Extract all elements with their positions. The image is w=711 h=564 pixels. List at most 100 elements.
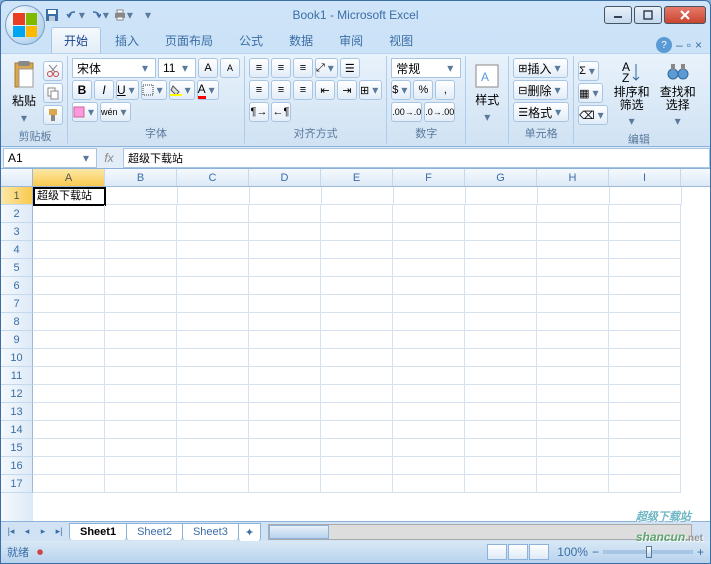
zoom-out-button[interactable]: −	[592, 545, 599, 559]
cell-H4[interactable]	[537, 241, 609, 259]
cell-E13[interactable]	[321, 403, 393, 421]
print-button[interactable]: ▾	[113, 4, 135, 26]
cell-H10[interactable]	[537, 349, 609, 367]
cell-I11[interactable]	[609, 367, 681, 385]
page-layout-view-button[interactable]	[508, 544, 528, 560]
phonetic-button[interactable]: wén▾	[100, 102, 131, 122]
cell-E7[interactable]	[321, 295, 393, 313]
cell-C15[interactable]	[177, 439, 249, 457]
qat-customize[interactable]: ▾	[137, 4, 159, 26]
insert-cells-button[interactable]: ⊞ 插入▾	[513, 58, 568, 78]
cell-F4[interactable]	[393, 241, 465, 259]
autosum-button[interactable]: Σ▾	[578, 61, 599, 81]
cell-I9[interactable]	[609, 331, 681, 349]
row-header-3[interactable]: 3	[1, 223, 33, 241]
cell-A16[interactable]	[33, 457, 105, 475]
cell-E10[interactable]	[321, 349, 393, 367]
cell-C9[interactable]	[177, 331, 249, 349]
select-all-corner[interactable]	[1, 169, 33, 186]
cell-C6[interactable]	[177, 277, 249, 295]
office-button[interactable]	[5, 5, 45, 45]
col-header-G[interactable]: G	[465, 169, 537, 186]
cell-E9[interactable]	[321, 331, 393, 349]
redo-button[interactable]: ▾	[89, 4, 111, 26]
cell-G13[interactable]	[465, 403, 537, 421]
increase-indent-button[interactable]: ⇥	[337, 80, 357, 100]
cell-F1[interactable]	[394, 187, 466, 205]
align-middle-button[interactable]: ≡	[271, 58, 291, 78]
cell-H9[interactable]	[537, 331, 609, 349]
cell-I13[interactable]	[609, 403, 681, 421]
minimize-ribbon-icon[interactable]: ‒	[676, 38, 683, 52]
cell-A1[interactable]: 超级下载站	[33, 187, 106, 206]
cell-H5[interactable]	[537, 259, 609, 277]
tab-data[interactable]: 数据	[277, 28, 325, 53]
row-header-7[interactable]: 7	[1, 295, 33, 313]
cell-D8[interactable]	[249, 313, 321, 331]
rtl-button[interactable]: ←¶	[271, 102, 291, 122]
row-header-16[interactable]: 16	[1, 457, 33, 475]
cell-H7[interactable]	[537, 295, 609, 313]
close-button[interactable]	[664, 6, 706, 24]
cell-B5[interactable]	[105, 259, 177, 277]
col-header-B[interactable]: B	[105, 169, 177, 186]
cell-E6[interactable]	[321, 277, 393, 295]
cell-E2[interactable]	[321, 205, 393, 223]
cell-H13[interactable]	[537, 403, 609, 421]
cell-B4[interactable]	[105, 241, 177, 259]
cell-D15[interactable]	[249, 439, 321, 457]
cell-G12[interactable]	[465, 385, 537, 403]
cell-G4[interactable]	[465, 241, 537, 259]
comma-button[interactable]: ,	[435, 80, 455, 100]
row-header-13[interactable]: 13	[1, 403, 33, 421]
cell-G17[interactable]	[465, 475, 537, 493]
cell-H16[interactable]	[537, 457, 609, 475]
border-style-button[interactable]: ▾	[72, 102, 98, 122]
percent-button[interactable]: %	[413, 80, 433, 100]
cell-D10[interactable]	[249, 349, 321, 367]
cell-B2[interactable]	[105, 205, 177, 223]
cell-E15[interactable]	[321, 439, 393, 457]
restore-window-icon[interactable]: ▫	[687, 38, 691, 52]
cell-A5[interactable]	[33, 259, 105, 277]
cell-D12[interactable]	[249, 385, 321, 403]
cell-E5[interactable]	[321, 259, 393, 277]
bold-button[interactable]: B	[72, 80, 92, 100]
cells-area[interactable]: 超级下载站	[33, 187, 710, 521]
wrap-text-button[interactable]: ☰	[340, 58, 360, 78]
cell-C14[interactable]	[177, 421, 249, 439]
cell-A8[interactable]	[33, 313, 105, 331]
prev-sheet-button[interactable]: ◂	[19, 524, 35, 540]
cell-G5[interactable]	[465, 259, 537, 277]
clear-button[interactable]: ⌫▾	[578, 105, 608, 125]
formula-input[interactable]: 超级下载站	[123, 148, 710, 168]
row-header-17[interactable]: 17	[1, 475, 33, 493]
cell-D5[interactable]	[249, 259, 321, 277]
cell-B12[interactable]	[105, 385, 177, 403]
row-header-4[interactable]: 4	[1, 241, 33, 259]
cell-I2[interactable]	[609, 205, 681, 223]
cell-E12[interactable]	[321, 385, 393, 403]
cell-H14[interactable]	[537, 421, 609, 439]
cell-G2[interactable]	[465, 205, 537, 223]
font-name-combo[interactable]: 宋体▾	[72, 58, 156, 78]
cell-B1[interactable]	[106, 187, 178, 205]
cell-F17[interactable]	[393, 475, 465, 493]
cell-A7[interactable]	[33, 295, 105, 313]
cell-C4[interactable]	[177, 241, 249, 259]
cell-I17[interactable]	[609, 475, 681, 493]
cell-F15[interactable]	[393, 439, 465, 457]
decrease-font-button[interactable]: A	[220, 58, 240, 78]
row-header-10[interactable]: 10	[1, 349, 33, 367]
cell-F5[interactable]	[393, 259, 465, 277]
cell-B10[interactable]	[105, 349, 177, 367]
row-header-5[interactable]: 5	[1, 259, 33, 277]
row-header-2[interactable]: 2	[1, 205, 33, 223]
cell-B9[interactable]	[105, 331, 177, 349]
cell-I15[interactable]	[609, 439, 681, 457]
cell-G3[interactable]	[465, 223, 537, 241]
col-header-C[interactable]: C	[177, 169, 249, 186]
cell-C13[interactable]	[177, 403, 249, 421]
next-sheet-button[interactable]: ▸	[35, 524, 51, 540]
cell-D6[interactable]	[249, 277, 321, 295]
